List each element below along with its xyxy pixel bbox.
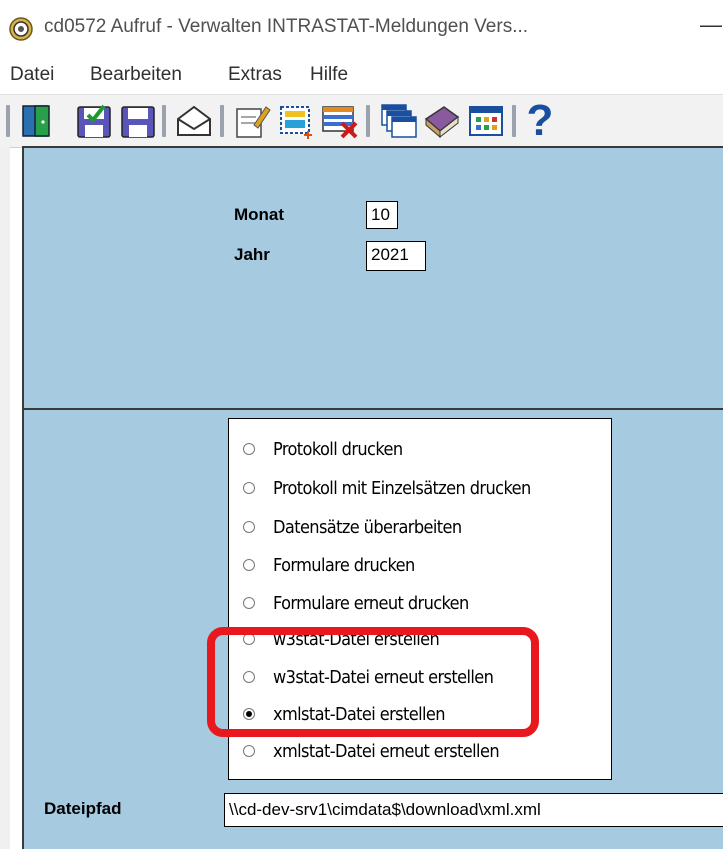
radio-button[interactable] xyxy=(243,559,255,571)
envelope-icon[interactable] xyxy=(174,101,214,141)
jahr-field[interactable]: 2021 xyxy=(366,241,426,271)
monat-label: Monat xyxy=(234,205,285,224)
help-icon[interactable]: ? xyxy=(520,99,560,143)
radio-label: Formulare erneut drucken xyxy=(273,592,469,614)
period-panel xyxy=(22,146,723,408)
menu-bearbeiten[interactable]: Bearbeiten xyxy=(90,64,182,86)
radio-label: Protokoll drucken xyxy=(273,438,403,460)
highlight-annotation xyxy=(207,627,539,737)
dateipfad-field[interactable]: \\cd-dev-srv1\cimdata$\download\xml.xml xyxy=(224,793,723,827)
minimize-button[interactable]: — xyxy=(700,12,722,38)
delete-record-icon[interactable] xyxy=(320,101,360,141)
radio-label: Datensätze überarbeiten xyxy=(273,516,462,538)
radio-protokoll-einzelsaetze[interactable]: Protokoll mit Einzelsätzen drucken xyxy=(243,473,531,503)
menu-datei[interactable]: Datei xyxy=(10,64,54,86)
radio-label: Formulare drucken xyxy=(273,554,415,576)
toolbar-separator xyxy=(220,105,224,137)
radio-button[interactable] xyxy=(243,521,255,533)
window-title: cd0572 Aufruf - Verwalten INTRASTAT-Meld… xyxy=(44,16,529,37)
gear-icon xyxy=(9,17,33,41)
windows-icon[interactable] xyxy=(378,101,418,141)
menu-hilfe[interactable]: Hilfe xyxy=(310,64,348,86)
radio-button[interactable] xyxy=(243,482,255,494)
toolbar: ? xyxy=(0,94,723,148)
title-bar: cd0572 Aufruf - Verwalten INTRASTAT-Meld… xyxy=(0,0,723,58)
left-border xyxy=(0,147,10,849)
edit-document-icon[interactable] xyxy=(232,101,272,141)
toolbar-separator xyxy=(6,105,10,137)
radio-label: Protokoll mit Einzelsätzen drucken xyxy=(273,477,531,499)
radio-datensaetze-ueberarbeiten[interactable]: Datensätze überarbeiten xyxy=(243,512,462,542)
save-icon[interactable] xyxy=(118,101,158,141)
radio-label: xmlstat-Datei erneut erstellen xyxy=(273,740,500,762)
table-icon[interactable] xyxy=(466,101,506,141)
radio-formulare-drucken[interactable]: Formulare drucken xyxy=(243,550,415,580)
save-check-icon[interactable] xyxy=(74,101,114,141)
exit-door-icon[interactable] xyxy=(18,101,58,141)
menu-bar: Datei Bearbeiten Extras Hilfe xyxy=(0,58,723,94)
radio-button[interactable] xyxy=(243,597,255,609)
dateipfad-label: Dateipfad xyxy=(44,799,122,818)
radio-button[interactable] xyxy=(243,443,255,455)
radio-formulare-erneut[interactable]: Formulare erneut drucken xyxy=(243,588,469,618)
radio-protokoll-drucken[interactable]: Protokoll drucken xyxy=(243,434,403,464)
toolbar-separator xyxy=(366,105,370,137)
jahr-label: Jahr xyxy=(234,245,270,264)
radio-xmlstat-erneut[interactable]: xmlstat-Datei erneut erstellen xyxy=(243,736,500,766)
toolbar-separator xyxy=(162,105,166,137)
new-record-icon[interactable] xyxy=(276,101,316,141)
menu-extras[interactable]: Extras xyxy=(228,64,282,86)
radio-button[interactable] xyxy=(243,745,255,757)
monat-field[interactable]: 10 xyxy=(366,201,398,229)
book-icon[interactable] xyxy=(422,101,462,141)
toolbar-separator xyxy=(512,105,516,137)
